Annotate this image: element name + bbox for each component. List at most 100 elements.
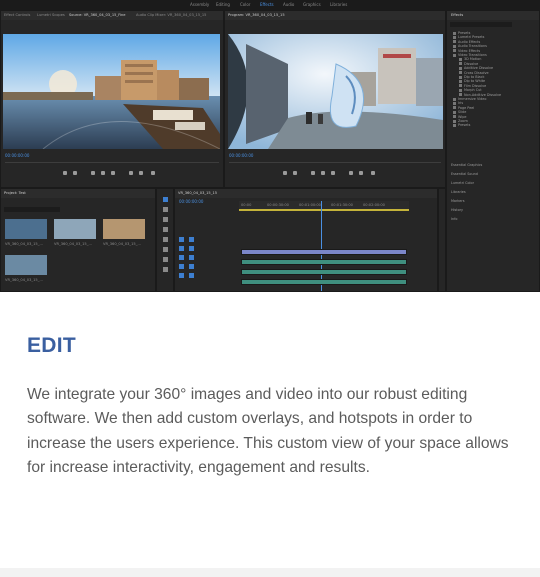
lift-icon[interactable] bbox=[349, 171, 353, 175]
workspace-tab-assembly[interactable]: Assembly bbox=[190, 2, 209, 7]
ripple-edit-tool-icon[interactable] bbox=[163, 217, 168, 222]
video-clip[interactable] bbox=[241, 249, 407, 255]
program-play-icon[interactable] bbox=[321, 171, 325, 175]
effects-list-item[interactable]: Cross Dissolve bbox=[459, 71, 489, 75]
workspace-tab-audio[interactable]: Audio bbox=[283, 2, 294, 7]
program-mark-in-icon[interactable] bbox=[283, 171, 287, 175]
tab-timeline-sequence[interactable]: VR_360_04_03_15_15 bbox=[178, 191, 217, 195]
extract-icon[interactable] bbox=[359, 171, 363, 175]
clip-thumbnail[interactable] bbox=[54, 219, 96, 239]
slip-tool-icon[interactable] bbox=[163, 237, 168, 242]
pen-tool-icon[interactable] bbox=[163, 247, 168, 252]
folder-icon bbox=[459, 66, 462, 70]
effects-list-item[interactable]: Slide bbox=[453, 110, 466, 114]
program-scrubber[interactable] bbox=[229, 162, 441, 163]
effects-section-header[interactable]: Essential Graphics bbox=[451, 163, 482, 167]
program-export-frame-icon[interactable] bbox=[371, 171, 375, 175]
effects-list-item[interactable]: Film Dissolve bbox=[459, 84, 486, 88]
tab-lumetri-scopes[interactable]: Lumetri Scopes bbox=[37, 13, 65, 17]
track-sync-icon[interactable] bbox=[189, 246, 194, 251]
effects-section-header[interactable]: Libraries bbox=[451, 190, 466, 194]
tab-audio-clip-mixer[interactable]: Audio Clip Mixer: VR_360_04_03_15_15 bbox=[136, 13, 206, 17]
hand-tool-icon[interactable] bbox=[163, 257, 168, 262]
mark-in-icon[interactable] bbox=[63, 171, 67, 175]
workspace-tab-editing[interactable]: Editing bbox=[216, 2, 230, 7]
clip-thumbnail[interactable] bbox=[103, 219, 145, 239]
track-sync-icon[interactable] bbox=[189, 264, 194, 269]
effects-list-label: Zoom bbox=[458, 119, 468, 123]
project-search-input[interactable] bbox=[4, 207, 60, 212]
play-icon[interactable] bbox=[101, 171, 105, 175]
tab-effect-controls[interactable]: Effect Controls bbox=[4, 13, 30, 17]
program-step-forward-icon[interactable] bbox=[331, 171, 335, 175]
effects-list-item[interactable]: Page Peel bbox=[453, 106, 474, 110]
mark-out-icon[interactable] bbox=[73, 171, 77, 175]
clip-thumbnail[interactable] bbox=[5, 255, 47, 275]
effects-list-item[interactable]: Video Transitions bbox=[453, 53, 487, 57]
effects-list-item[interactable]: Audio Effects bbox=[453, 40, 480, 44]
track-select-tool-icon[interactable] bbox=[163, 207, 168, 212]
workspace-tab-graphics[interactable]: Graphics bbox=[303, 2, 321, 7]
tab-source[interactable]: Source: VR_360_04_03_15_Fine bbox=[69, 13, 126, 17]
effects-list-item[interactable]: Immersive Video bbox=[453, 97, 486, 101]
effects-list-item[interactable]: Morph Cut bbox=[459, 88, 482, 92]
effects-section-header[interactable]: History bbox=[451, 208, 463, 212]
workspace-tab-libraries[interactable]: Libraries bbox=[330, 2, 347, 7]
effects-list-item[interactable]: Presets bbox=[453, 123, 470, 127]
selection-tool-icon[interactable] bbox=[163, 197, 168, 202]
effects-list-item[interactable]: Non-Additive Dissolve bbox=[459, 93, 501, 97]
step-forward-icon[interactable] bbox=[111, 171, 115, 175]
track-target-icon[interactable] bbox=[179, 246, 184, 251]
audio-clip[interactable] bbox=[241, 269, 407, 275]
tab-project[interactable]: Project: Test bbox=[4, 191, 26, 195]
work-area-bar[interactable] bbox=[239, 209, 409, 211]
insert-icon[interactable] bbox=[129, 171, 133, 175]
track-target-icon[interactable] bbox=[179, 273, 184, 278]
type-tool-icon[interactable] bbox=[163, 267, 168, 272]
audio-clip[interactable] bbox=[241, 279, 407, 285]
track-sync-icon[interactable] bbox=[189, 237, 194, 242]
effects-list-item[interactable]: Audio Transitions bbox=[453, 44, 487, 48]
folder-icon bbox=[453, 44, 456, 48]
effects-list-item[interactable]: Dip to White bbox=[459, 79, 485, 83]
effects-list-item[interactable]: Video Effects bbox=[453, 49, 480, 53]
effects-list-item[interactable]: Lumetri Presets bbox=[453, 35, 484, 39]
effects-list-item[interactable]: Additive Dissolve bbox=[459, 66, 493, 70]
tab-program[interactable]: Program: VR_360_04_03_15_15 bbox=[228, 13, 285, 17]
program-mark-out-icon[interactable] bbox=[293, 171, 297, 175]
effects-list-item[interactable]: Dip to Black bbox=[459, 75, 484, 79]
track-sync-icon[interactable] bbox=[189, 255, 194, 260]
razor-tool-icon[interactable] bbox=[163, 227, 168, 232]
folder-icon bbox=[453, 35, 456, 39]
program-step-back-icon[interactable] bbox=[311, 171, 315, 175]
ruler-mark: 00:02:00:00 bbox=[363, 203, 385, 207]
overwrite-icon[interactable] bbox=[139, 171, 143, 175]
effects-list-item[interactable]: Dissolve bbox=[459, 62, 478, 66]
effects-section-header[interactable]: Lumetri Color bbox=[451, 181, 474, 185]
track-sync-icon[interactable] bbox=[189, 273, 194, 278]
tab-effects[interactable]: Effects bbox=[451, 13, 463, 17]
export-frame-icon[interactable] bbox=[151, 171, 155, 175]
audio-clip[interactable] bbox=[241, 259, 407, 265]
workspace-tab-color[interactable]: Color bbox=[240, 2, 250, 7]
effects-list-item[interactable]: Wipe bbox=[453, 115, 466, 119]
workspace-tab-effects[interactable]: Effects bbox=[260, 2, 274, 7]
effects-list-item[interactable]: 3D Motion bbox=[459, 57, 481, 61]
timeline-ruler[interactable]: 00:00 00:00:30:00 00:01:00:00 00:01:30:0… bbox=[239, 201, 409, 209]
source-scrubber[interactable] bbox=[5, 162, 219, 163]
effects-list-item[interactable]: Iris bbox=[453, 101, 463, 105]
clip-thumbnail[interactable] bbox=[5, 219, 47, 239]
effects-section-header[interactable]: Markers bbox=[451, 199, 465, 203]
playhead[interactable] bbox=[321, 201, 322, 291]
folder-icon bbox=[459, 62, 462, 66]
track-target-icon[interactable] bbox=[179, 237, 184, 242]
effects-section-header[interactable]: Info bbox=[451, 217, 457, 221]
track-target-icon[interactable] bbox=[179, 255, 184, 260]
track-target-icon[interactable] bbox=[179, 264, 184, 269]
effects-section-header[interactable]: Essential Sound bbox=[451, 172, 478, 176]
clip-name: VR_360_04_03_15_... bbox=[5, 242, 43, 246]
step-back-icon[interactable] bbox=[91, 171, 95, 175]
effects-list-item[interactable]: Presets bbox=[453, 31, 470, 35]
effects-search-input[interactable] bbox=[450, 22, 512, 27]
effects-list-item[interactable]: Zoom bbox=[453, 119, 468, 123]
